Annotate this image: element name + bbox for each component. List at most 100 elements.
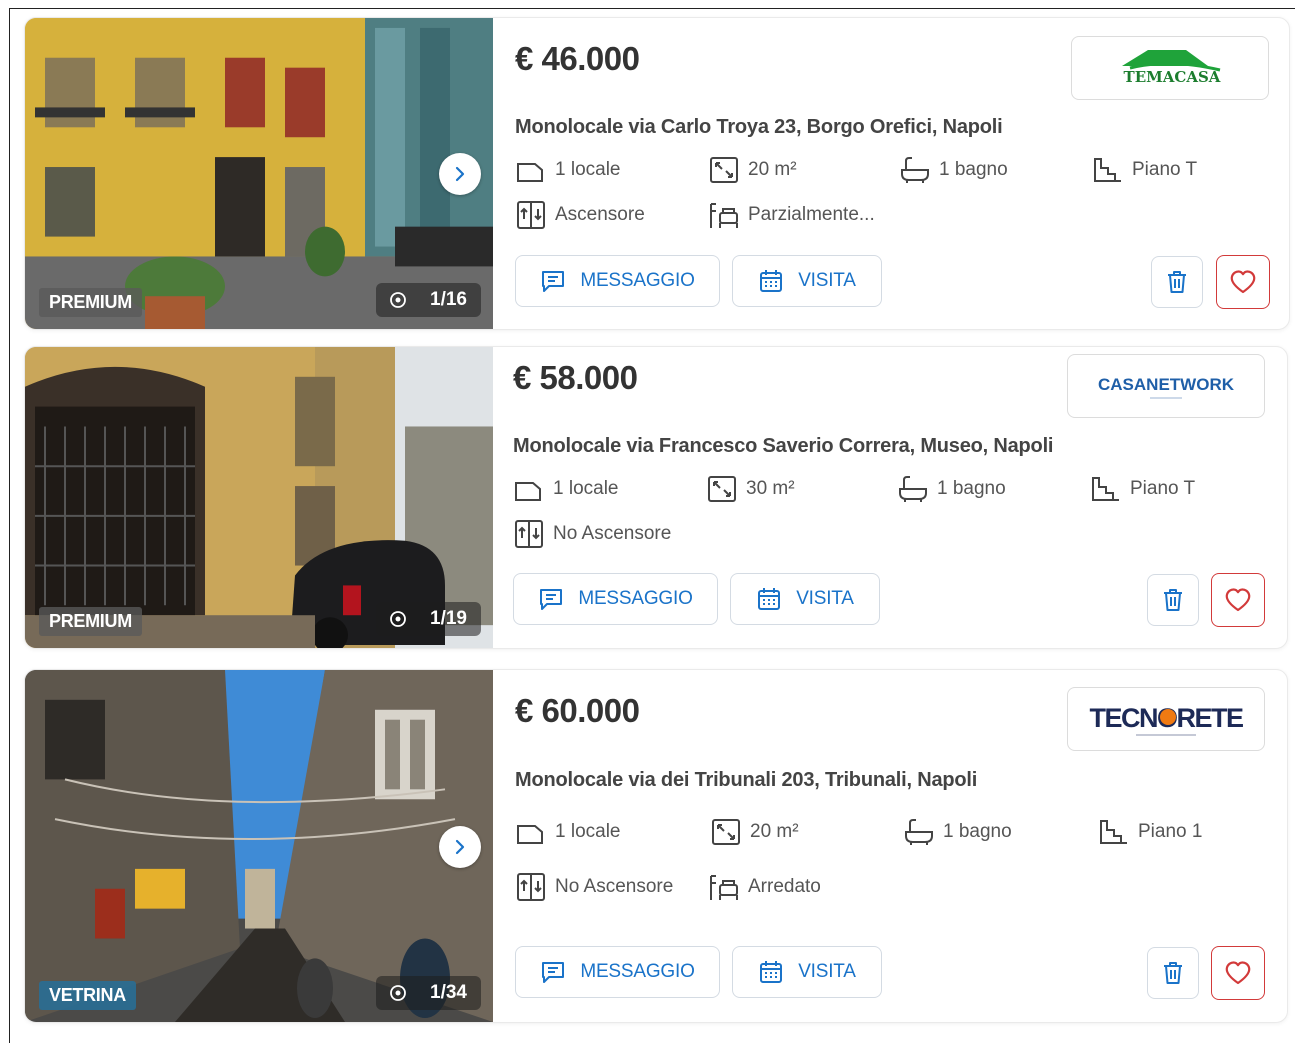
feature-rooms-text: 1 locale xyxy=(555,159,621,180)
feature-floor-text: Piano T xyxy=(1130,478,1196,499)
feature-furnished: Arredato xyxy=(708,873,821,901)
premium-badge: PREMIUM xyxy=(39,288,142,317)
elevator-icon xyxy=(517,873,545,901)
message-button-label: MESSAGGIO xyxy=(578,588,693,609)
feature-bathrooms-text: 1 bagno xyxy=(939,159,1008,180)
listing-price: € 60.000 xyxy=(515,692,640,729)
visit-button-label: VISITA xyxy=(798,270,856,291)
feature-elevator-text: No Ascensore xyxy=(555,876,674,897)
photo-counter: 1/34 xyxy=(376,976,481,1010)
view-360-icon xyxy=(390,985,406,1001)
area-icon xyxy=(708,476,736,502)
next-photo-button[interactable] xyxy=(439,153,481,195)
feature-furnished-text: Parzialmente... xyxy=(748,204,875,225)
agency-logo[interactable]: TEMACASA xyxy=(1071,36,1269,100)
hide-listing-button[interactable] xyxy=(1151,256,1203,308)
feature-area: 20 m² xyxy=(708,156,797,184)
favorite-button[interactable] xyxy=(1211,946,1265,1000)
feature-furnished: Parzialmente... xyxy=(708,201,875,229)
photo-counter-text: 1/19 xyxy=(430,608,467,629)
feature-rooms: 1 locale xyxy=(515,818,621,846)
stairs-icon xyxy=(1094,158,1121,182)
photo-counter-text: 1/16 xyxy=(430,289,467,310)
bathtub-icon xyxy=(901,157,929,183)
feature-elevator: No Ascensore xyxy=(513,520,671,548)
visit-button[interactable]: VISITA xyxy=(730,573,880,625)
feature-area: 30 m² xyxy=(706,475,795,503)
feature-floor: Piano T xyxy=(1092,156,1197,184)
listing-title[interactable]: Monolocale via Carlo Troya 23, Borgo Ore… xyxy=(515,116,1003,139)
calendar-icon xyxy=(760,270,783,292)
casanetwork-logo-text: CASANETWORK xyxy=(1098,375,1235,394)
elevator-icon xyxy=(515,520,543,548)
feature-floor-text: Piano 1 xyxy=(1138,821,1203,842)
feature-floor-text: Piano T xyxy=(1132,159,1198,180)
furniture-icon xyxy=(710,875,738,900)
feature-area-text: 30 m² xyxy=(746,478,795,499)
message-button[interactable]: MESSAGGIO xyxy=(513,573,718,625)
rooms-icon xyxy=(517,163,543,182)
agency-logo[interactable]: TECNORETE xyxy=(1067,687,1265,751)
trash-icon xyxy=(1164,589,1182,611)
photo-counter-text: 1/34 xyxy=(430,982,467,1003)
chat-icon xyxy=(540,589,563,610)
bathtub-icon xyxy=(905,819,933,845)
stairs-icon xyxy=(1092,477,1119,501)
area-icon xyxy=(712,819,740,845)
visit-button[interactable]: VISITA xyxy=(732,946,882,998)
trash-icon xyxy=(1164,962,1182,984)
elevator-icon xyxy=(517,201,545,229)
feature-floor: Piano 1 xyxy=(1098,818,1202,846)
message-button-label: MESSAGGIO xyxy=(580,270,695,291)
listing-price: € 58.000 xyxy=(513,359,638,396)
feature-area-text: 20 m² xyxy=(748,159,797,180)
feature-floor: Piano T xyxy=(1090,475,1195,503)
visit-button[interactable]: VISITA xyxy=(732,255,882,307)
favorite-button[interactable] xyxy=(1211,573,1265,627)
listing-card[interactable]: PREMIUM 1/19 € 58.000 CASANETWORK Monolo… xyxy=(24,346,1288,649)
calendar-icon xyxy=(760,961,783,983)
temacasa-logo-text: TEMACASA xyxy=(1124,68,1221,86)
trash-icon xyxy=(1168,271,1186,293)
listing-card[interactable]: VETRINA 1/34 € 60.000 TECNORETE Monoloca… xyxy=(24,669,1288,1023)
listing-photo[interactable]: PREMIUM 1/19 xyxy=(25,347,493,648)
furniture-icon xyxy=(710,203,738,228)
premium-badge: PREMIUM xyxy=(39,607,142,636)
heart-icon xyxy=(1225,961,1251,985)
photo-counter: 1/16 xyxy=(376,283,481,317)
feature-elevator: Ascensore xyxy=(515,201,645,229)
photo-counter: 1/19 xyxy=(376,602,481,636)
hide-listing-button[interactable] xyxy=(1147,947,1199,999)
listing-title[interactable]: Monolocale via dei Tribunali 203, Tribun… xyxy=(515,769,977,792)
next-photo-button[interactable] xyxy=(439,826,481,868)
view-360-icon xyxy=(390,292,406,308)
feature-bathrooms: 1 bagno xyxy=(899,156,1008,184)
feature-rooms: 1 locale xyxy=(515,156,621,184)
rooms-icon xyxy=(515,482,541,501)
listing-price: € 46.000 xyxy=(515,40,640,77)
calendar-icon xyxy=(758,588,781,610)
listing-info: € 58.000 CASANETWORK Monolocale via Fran… xyxy=(513,347,1287,648)
street-photo xyxy=(25,670,493,1022)
feature-rooms-text: 1 locale xyxy=(555,821,621,842)
listing-photo[interactable]: VETRINA 1/34 xyxy=(25,670,493,1022)
listing-photo[interactable]: PREMIUM 1/16 xyxy=(25,18,493,329)
casanetwork-logo-icon: CASANETWORK xyxy=(1098,375,1235,399)
message-button[interactable]: MESSAGGIO xyxy=(515,946,720,998)
view-360-icon xyxy=(390,611,406,627)
visit-button-label: VISITA xyxy=(798,961,856,982)
listing-title[interactable]: Monolocale via Francesco Saverio Correra… xyxy=(513,435,1053,458)
listing-card[interactable]: PREMIUM 1/16 € 46.000 TEMACASA Monolocal… xyxy=(24,17,1290,330)
agency-logo[interactable]: CASANETWORK xyxy=(1067,354,1265,418)
chat-icon xyxy=(542,271,565,292)
heart-icon xyxy=(1225,588,1251,612)
feature-bathrooms-text: 1 bagno xyxy=(937,478,1006,499)
favorite-button[interactable] xyxy=(1216,255,1270,309)
feature-bathrooms: 1 bagno xyxy=(903,818,1012,846)
feature-elevator-text: No Ascensore xyxy=(553,523,672,544)
listing-info: € 46.000 TEMACASA Monolocale via Carlo T… xyxy=(515,18,1289,329)
bathtub-icon xyxy=(899,476,927,502)
message-button[interactable]: MESSAGGIO xyxy=(515,255,720,307)
chat-icon xyxy=(542,962,565,983)
hide-listing-button[interactable] xyxy=(1147,574,1199,626)
